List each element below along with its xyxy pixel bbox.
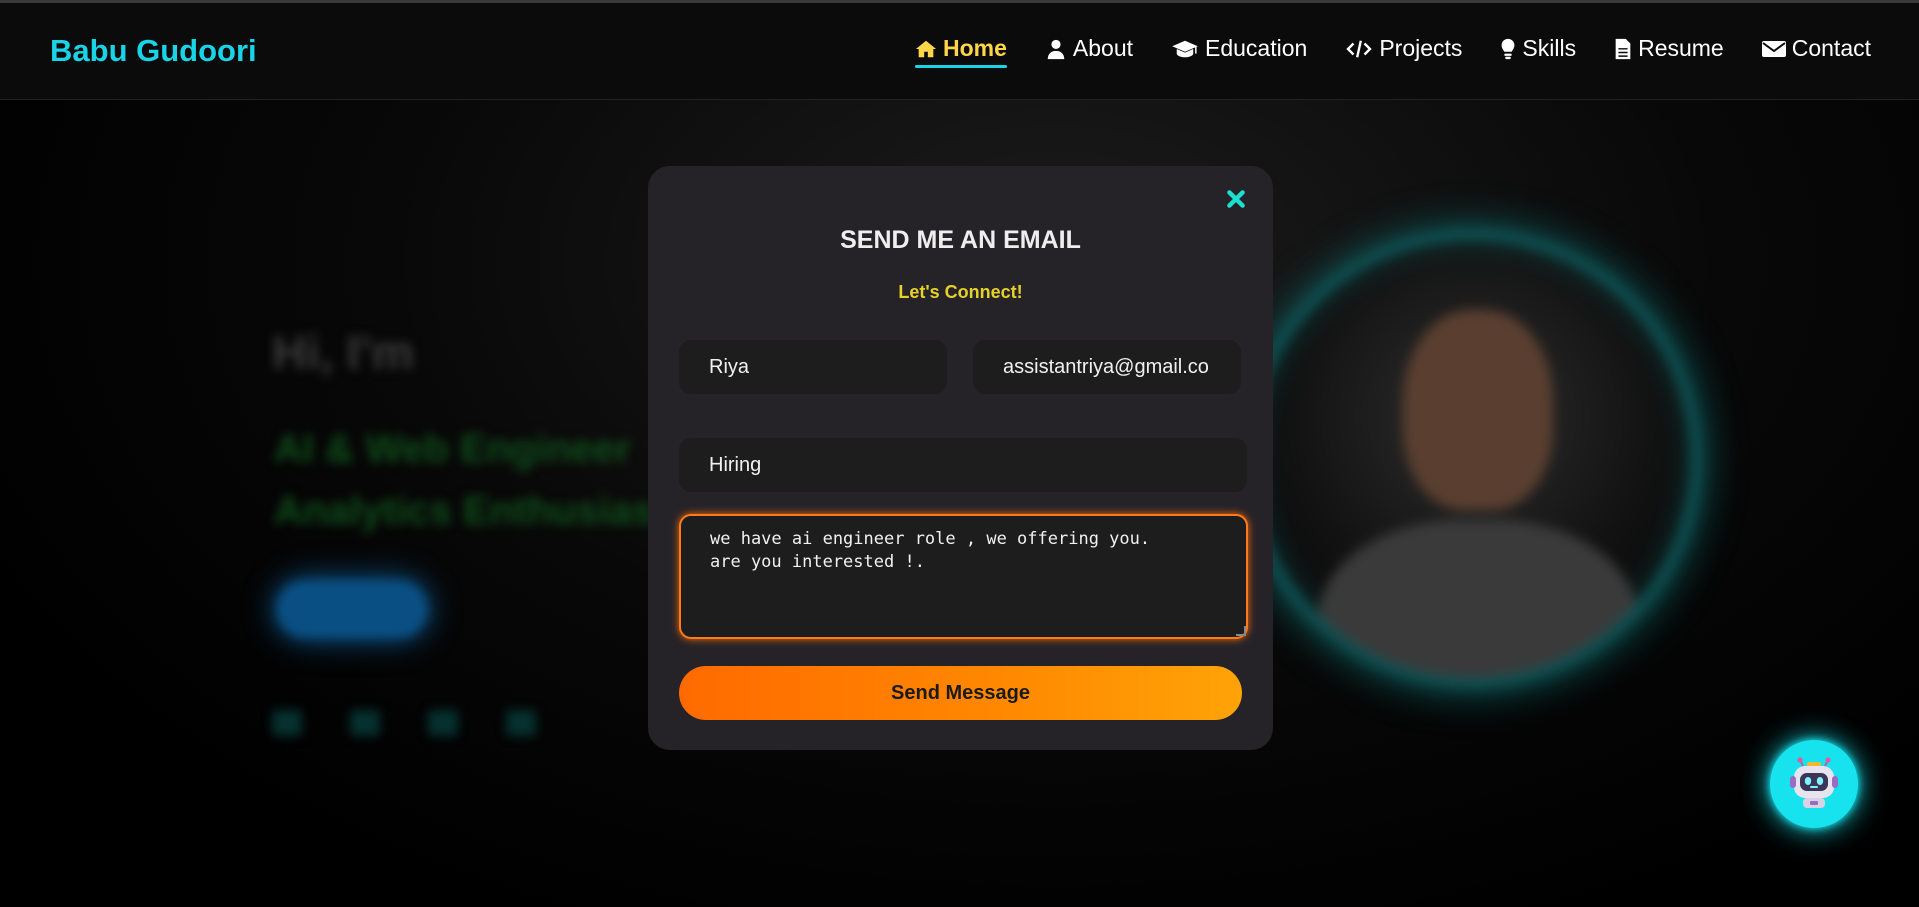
nav-menu: Home About Education Projects Skills Res… — [914, 35, 1871, 68]
close-icon[interactable] — [1225, 188, 1247, 210]
code-icon — [1345, 38, 1373, 60]
profile-photo — [1243, 230, 1701, 688]
github-icon — [350, 710, 380, 736]
nav-education[interactable]: Education — [1171, 35, 1307, 62]
email-field[interactable] — [973, 340, 1241, 394]
linkedin-icon — [272, 710, 302, 736]
email-icon — [428, 710, 458, 736]
home-icon — [915, 38, 937, 60]
nav-resume[interactable]: Resume — [1614, 35, 1724, 62]
nav-skills-label: Skills — [1522, 35, 1577, 61]
send-message-button[interactable]: Send Message — [679, 666, 1242, 720]
lightbulb-icon — [1500, 38, 1516, 60]
nav-projects[interactable]: Projects — [1345, 35, 1462, 62]
robot-icon — [1790, 757, 1838, 808]
nav-home[interactable]: Home — [914, 35, 1007, 68]
nav-contact[interactable]: Contact — [1761, 35, 1871, 62]
nav-education-label: Education — [1205, 35, 1308, 61]
email-modal: SEND ME AN EMAIL Let's Connect! we have … — [648, 166, 1273, 750]
profile-photo-face — [1403, 310, 1553, 510]
hero-cta-button — [276, 580, 428, 638]
message-field[interactable]: we have ai engineer role , we offering y… — [679, 514, 1248, 639]
profile-photo-body — [1318, 520, 1638, 678]
modal-title: SEND ME AN EMAIL — [840, 226, 1081, 254]
user-icon — [1045, 38, 1067, 60]
nav-skills[interactable]: Skills — [1500, 35, 1576, 62]
subject-field[interactable] — [679, 438, 1247, 492]
chatbot-button[interactable] — [1770, 740, 1858, 828]
graduation-cap-icon — [1171, 38, 1199, 60]
hero-role: AI & Web Engineer Analytics Enthusiast — [274, 427, 668, 533]
nav-resume-label: Resume — [1638, 35, 1724, 61]
twitter-icon — [506, 710, 536, 736]
nav-about[interactable]: About — [1045, 35, 1133, 62]
nav-contact-label: Contact — [1791, 35, 1871, 61]
modal-subtitle: Let's Connect! — [898, 282, 1023, 302]
nav-projects-label: Projects — [1379, 35, 1463, 61]
nav-about-label: About — [1072, 35, 1133, 61]
document-icon — [1614, 38, 1632, 60]
envelope-icon — [1761, 38, 1786, 60]
resize-handle-icon[interactable] — [1236, 626, 1246, 636]
brand-logo[interactable]: Babu Gudoori — [50, 33, 257, 69]
hero-greeting: Hi, I'm — [272, 327, 415, 380]
name-field[interactable] — [679, 340, 947, 394]
navbar: Babu Gudoori Home About Education Projec… — [0, 0, 1919, 100]
nav-home-label: Home — [942, 35, 1007, 61]
